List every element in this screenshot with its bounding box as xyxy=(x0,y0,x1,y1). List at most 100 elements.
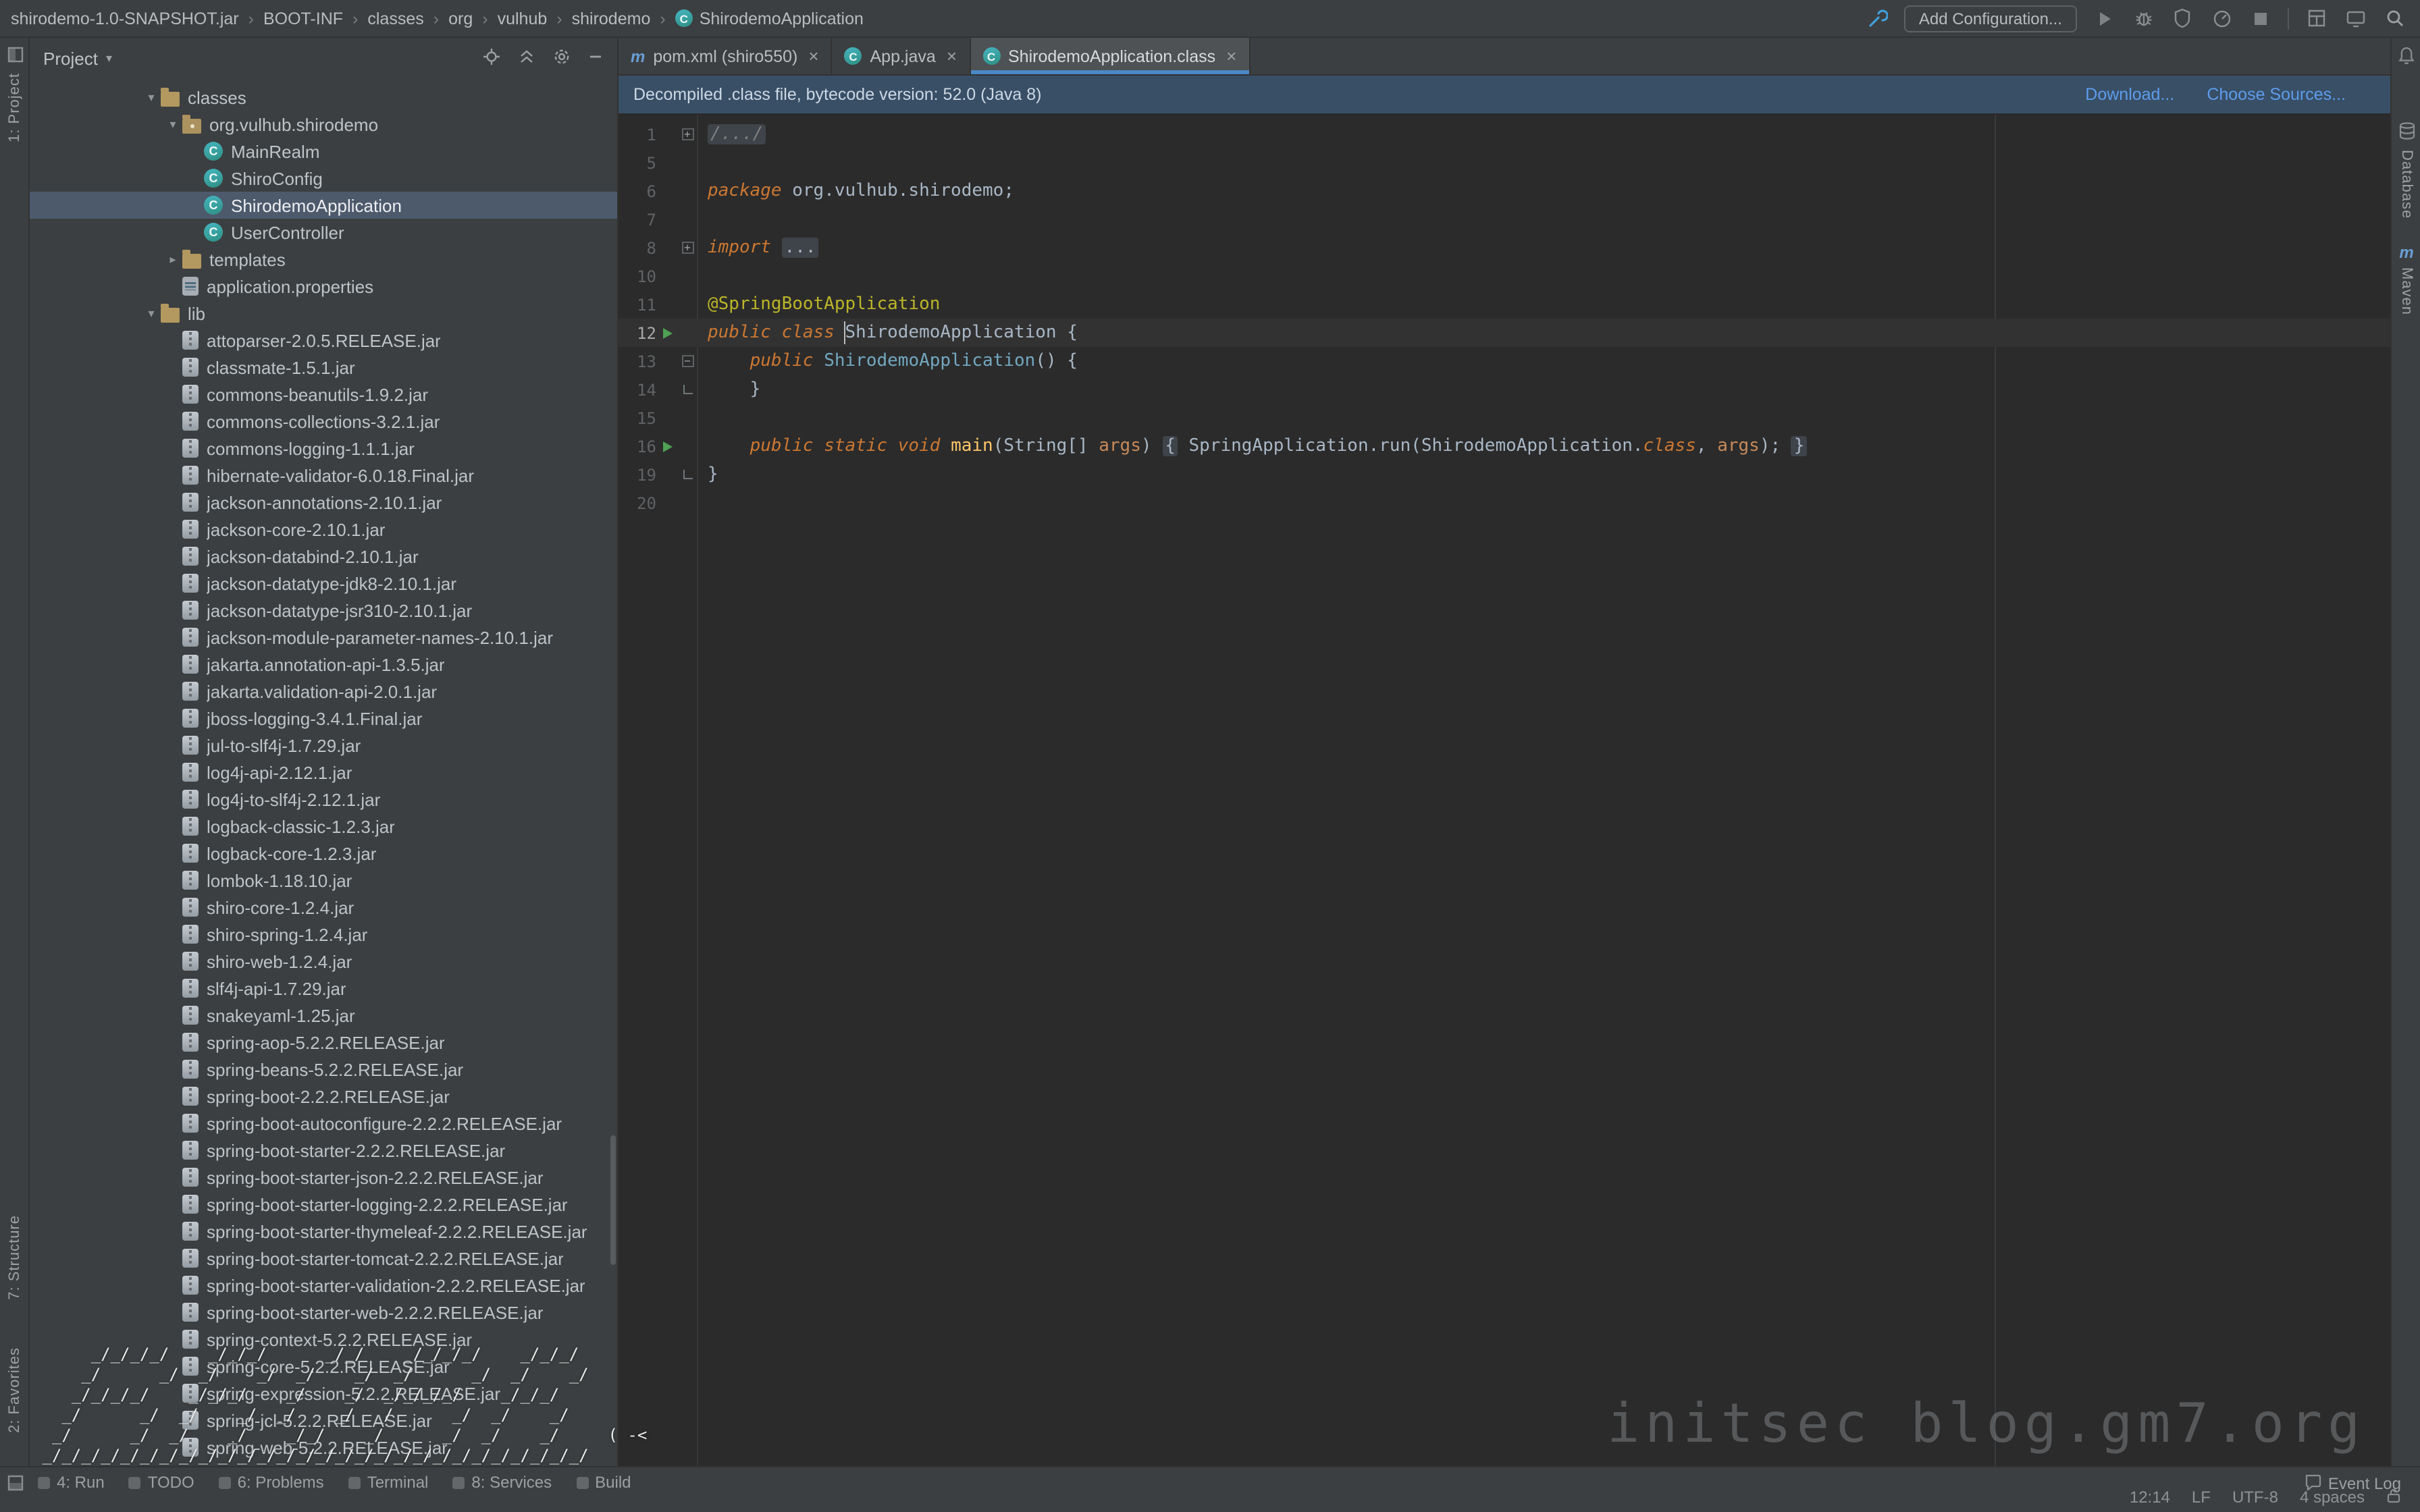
tree-item-org-vulhub-shirodemo[interactable]: ▾org.vulhub.shirodemo xyxy=(30,111,617,138)
tree-item-spring-boot-starter-validation-2-2-2-release-jar[interactable]: spring-boot-starter-validation-2.2.2.REL… xyxy=(30,1272,617,1299)
tool-button-favorites[interactable]: 2: Favorites xyxy=(0,1347,30,1433)
chevron-right-icon[interactable]: ▸ xyxy=(163,252,182,267)
tree-item-hibernate-validator-6-0-18-final-jar[interactable]: hibernate-validator-6.0.18.Final.jar xyxy=(30,462,617,489)
tree-item-classmate-1-5-1-jar[interactable]: classmate-1.5.1.jar xyxy=(30,354,617,381)
tree-item-jboss-logging-3-4-1-final-jar[interactable]: jboss-logging-3.4.1.Final.jar xyxy=(30,705,617,732)
code-line-11[interactable]: 11@SpringBootApplication xyxy=(619,290,2390,319)
tool-window-switcher-icon[interactable] xyxy=(7,1474,24,1496)
tree-item-spring-boot-starter-logging-2-2-2-release-jar[interactable]: spring-boot-starter-logging-2.2.2.RELEAS… xyxy=(30,1191,617,1218)
tree-item-templates[interactable]: ▸templates xyxy=(30,246,617,273)
hide-panel-icon[interactable] xyxy=(587,48,604,68)
tree-item-jackson-databind-2-10-1-jar[interactable]: jackson-databind-2.10.1.jar xyxy=(30,543,617,570)
breadcrumb-item-classes[interactable]: classes xyxy=(367,9,423,28)
chevron-down-icon[interactable]: ▾ xyxy=(142,90,161,105)
settings-icon[interactable] xyxy=(552,47,571,70)
breadcrumb-item-shirodemoapplication[interactable]: ShirodemoApplication xyxy=(700,9,864,28)
indent-setting[interactable]: 4 spaces xyxy=(2300,1488,2365,1507)
run-icon[interactable] xyxy=(2092,6,2116,30)
code-line-1[interactable]: 1+/.../ xyxy=(619,120,2390,148)
tree-item-spring-boot-starter-thymeleaf-2-2-2-release-jar[interactable]: spring-boot-starter-thymeleaf-2.2.2.RELE… xyxy=(30,1218,617,1245)
search-icon[interactable] xyxy=(2382,6,2406,30)
status-item-6-problems[interactable]: 6: Problems xyxy=(219,1473,324,1492)
tab-shirodemoapplication-class[interactable]: CShirodemoApplication.class× xyxy=(970,38,1250,74)
tree-item-logback-classic-1-2-3-jar[interactable]: logback-classic-1.2.3.jar xyxy=(30,813,617,840)
tree-item-snakeyaml-1-25-jar[interactable]: snakeyaml-1.25.jar xyxy=(30,1002,617,1029)
tree-item-usercontroller[interactable]: CUserController xyxy=(30,219,617,246)
tree-item-shiro-web-1-2-4-jar[interactable]: shiro-web-1.2.4.jar xyxy=(30,948,617,975)
tree-item-logback-core-1-2-3-jar[interactable]: logback-core-1.2.3.jar xyxy=(30,840,617,867)
fold-marker-icon[interactable]: + xyxy=(681,242,693,254)
fold-marker-icon[interactable] xyxy=(683,470,692,479)
tree-item-shiro-spring-1-2-4-jar[interactable]: shiro-spring-1.2.4.jar xyxy=(30,921,617,948)
locate-icon[interactable] xyxy=(482,47,501,70)
tree-item-spring-aop-5-2-2-release-jar[interactable]: spring-aop-5.2.2.RELEASE.jar xyxy=(30,1029,617,1056)
code-editor[interactable]: 1+/.../56package org.vulhub.shirodemo;78… xyxy=(619,115,2390,1466)
close-icon[interactable]: × xyxy=(808,49,818,63)
code-line-15[interactable]: 15 xyxy=(619,404,2390,432)
caret-position[interactable]: 12:14 xyxy=(2130,1488,2170,1507)
tree-item-spring-boot-starter-tomcat-2-2-2-release-jar[interactable]: spring-boot-starter-tomcat-2.2.2.RELEASE… xyxy=(30,1245,617,1272)
tree-item-slf4j-api-1-7-29-jar[interactable]: slf4j-api-1.7.29.jar xyxy=(30,975,617,1002)
tree-item-log4j-to-slf4j-2-12-1-jar[interactable]: log4j-to-slf4j-2.12.1.jar xyxy=(30,786,617,813)
tree-item-spring-boot-starter-2-2-2-release-jar[interactable]: spring-boot-starter-2.2.2.RELEASE.jar xyxy=(30,1137,617,1164)
tree-item-shiroconfig[interactable]: CShiroConfig xyxy=(30,165,617,192)
breadcrumb-item-org[interactable]: org xyxy=(448,9,473,28)
tree-item-attoparser-2-0-5-release-jar[interactable]: attoparser-2.0.5.RELEASE.jar xyxy=(30,327,617,354)
tab-app-java[interactable]: CApp.java× xyxy=(833,38,971,74)
tree-item-spring-boot-2-2-2-release-jar[interactable]: spring-boot-2.2.2.RELEASE.jar xyxy=(30,1083,617,1110)
tree-scrollbar[interactable] xyxy=(610,1135,616,1265)
collapse-all-icon[interactable] xyxy=(517,47,536,70)
close-icon[interactable]: × xyxy=(1226,49,1236,63)
project-tool-icon[interactable] xyxy=(0,46,30,63)
chevron-down-icon[interactable]: ▾ xyxy=(106,51,112,65)
tool-button-database[interactable]: Database xyxy=(2392,122,2420,219)
tree-item-commons-beanutils-1-9-2-jar[interactable]: commons-beanutils-1.9.2.jar xyxy=(30,381,617,408)
code-line-16[interactable]: 16 public static void main(String[] args… xyxy=(619,432,2390,460)
project-panel-title[interactable]: Project xyxy=(43,48,98,68)
code-line-14[interactable]: 14 } xyxy=(619,375,2390,404)
tree-item-jackson-datatype-jdk8-2-10-1-jar[interactable]: jackson-datatype-jdk8-2.10.1.jar xyxy=(30,570,617,597)
tree-item-classes[interactable]: ▾classes xyxy=(30,84,617,111)
tree-item-shiro-core-1-2-4-jar[interactable]: shiro-core-1.2.4.jar xyxy=(30,894,617,921)
tree-item-jackson-datatype-jsr310-2-10-1-jar[interactable]: jackson-datatype-jsr310-2.10.1.jar xyxy=(30,597,617,624)
choose-sources-link[interactable]: Choose Sources... xyxy=(2207,85,2346,104)
code-line-8[interactable]: 8+import ... xyxy=(619,234,2390,262)
breadcrumb-item-boot-inf[interactable]: BOOT-INF xyxy=(263,9,343,28)
breadcrumb-item-vulhub[interactable]: vulhub xyxy=(498,9,548,28)
build-hammer-icon[interactable] xyxy=(1865,6,1889,30)
code-line-5[interactable]: 5 xyxy=(619,148,2390,177)
tree-item-jakarta-annotation-api-1-3-5-jar[interactable]: jakarta.annotation-api-1.3.5.jar xyxy=(30,651,617,678)
status-item-todo[interactable]: TODO xyxy=(129,1473,194,1492)
debug-icon[interactable] xyxy=(2131,6,2155,30)
code-line-7[interactable]: 7 xyxy=(619,205,2390,234)
tree-item-commons-logging-1-1-1-jar[interactable]: commons-logging-1.1.1.jar xyxy=(30,435,617,462)
tab-pom-xml-shiro550[interactable]: mpom.xml (shiro550)× xyxy=(619,38,833,74)
tool-button-structure[interactable]: 7: Structure xyxy=(0,1215,30,1300)
remote-screen-icon[interactable] xyxy=(2343,6,2367,30)
fold-marker-icon[interactable] xyxy=(683,385,692,394)
line-ending[interactable]: LF xyxy=(2192,1488,2211,1507)
tree-item-spring-beans-5-2-2-release-jar[interactable]: spring-beans-5.2.2.RELEASE.jar xyxy=(30,1056,617,1083)
coverage-icon[interactable] xyxy=(2170,6,2194,30)
tree-item-jackson-annotations-2-10-1-jar[interactable]: jackson-annotations-2.10.1.jar xyxy=(30,489,617,516)
status-item-terminal[interactable]: Terminal xyxy=(348,1473,429,1492)
add-configuration-button[interactable]: Add Configuration... xyxy=(1904,5,2077,32)
run-gutter-icon[interactable] xyxy=(662,327,672,338)
code-line-6[interactable]: 6package org.vulhub.shirodemo; xyxy=(619,177,2390,205)
tree-item-lib[interactable]: ▾lib xyxy=(30,300,617,327)
encoding[interactable]: UTF-8 xyxy=(2232,1488,2278,1507)
lock-icon[interactable] xyxy=(2386,1486,2401,1508)
chevron-down-icon[interactable]: ▾ xyxy=(163,117,182,132)
bell-icon[interactable] xyxy=(2392,46,2420,65)
tool-button-maven[interactable]: m Maven xyxy=(2392,243,2420,315)
breadcrumb-item-shirodemo[interactable]: shirodemo xyxy=(572,9,651,28)
stop-icon[interactable] xyxy=(2248,6,2273,30)
download-link[interactable]: Download... xyxy=(2085,85,2174,104)
code-line-20[interactable]: 20 xyxy=(619,489,2390,517)
tree-item-spring-boot-starter-json-2-2-2-release-jar[interactable]: spring-boot-starter-json-2.2.2.RELEASE.j… xyxy=(30,1164,617,1191)
chevron-down-icon[interactable]: ▾ xyxy=(142,306,161,321)
tree-item-log4j-api-2-12-1-jar[interactable]: log4j-api-2.12.1.jar xyxy=(30,759,617,786)
code-line-13[interactable]: 13− public ShirodemoApplication() { xyxy=(619,347,2390,375)
tree-item-jackson-core-2-10-1-jar[interactable]: jackson-core-2.10.1.jar xyxy=(30,516,617,543)
fold-marker-icon[interactable]: + xyxy=(681,128,693,140)
